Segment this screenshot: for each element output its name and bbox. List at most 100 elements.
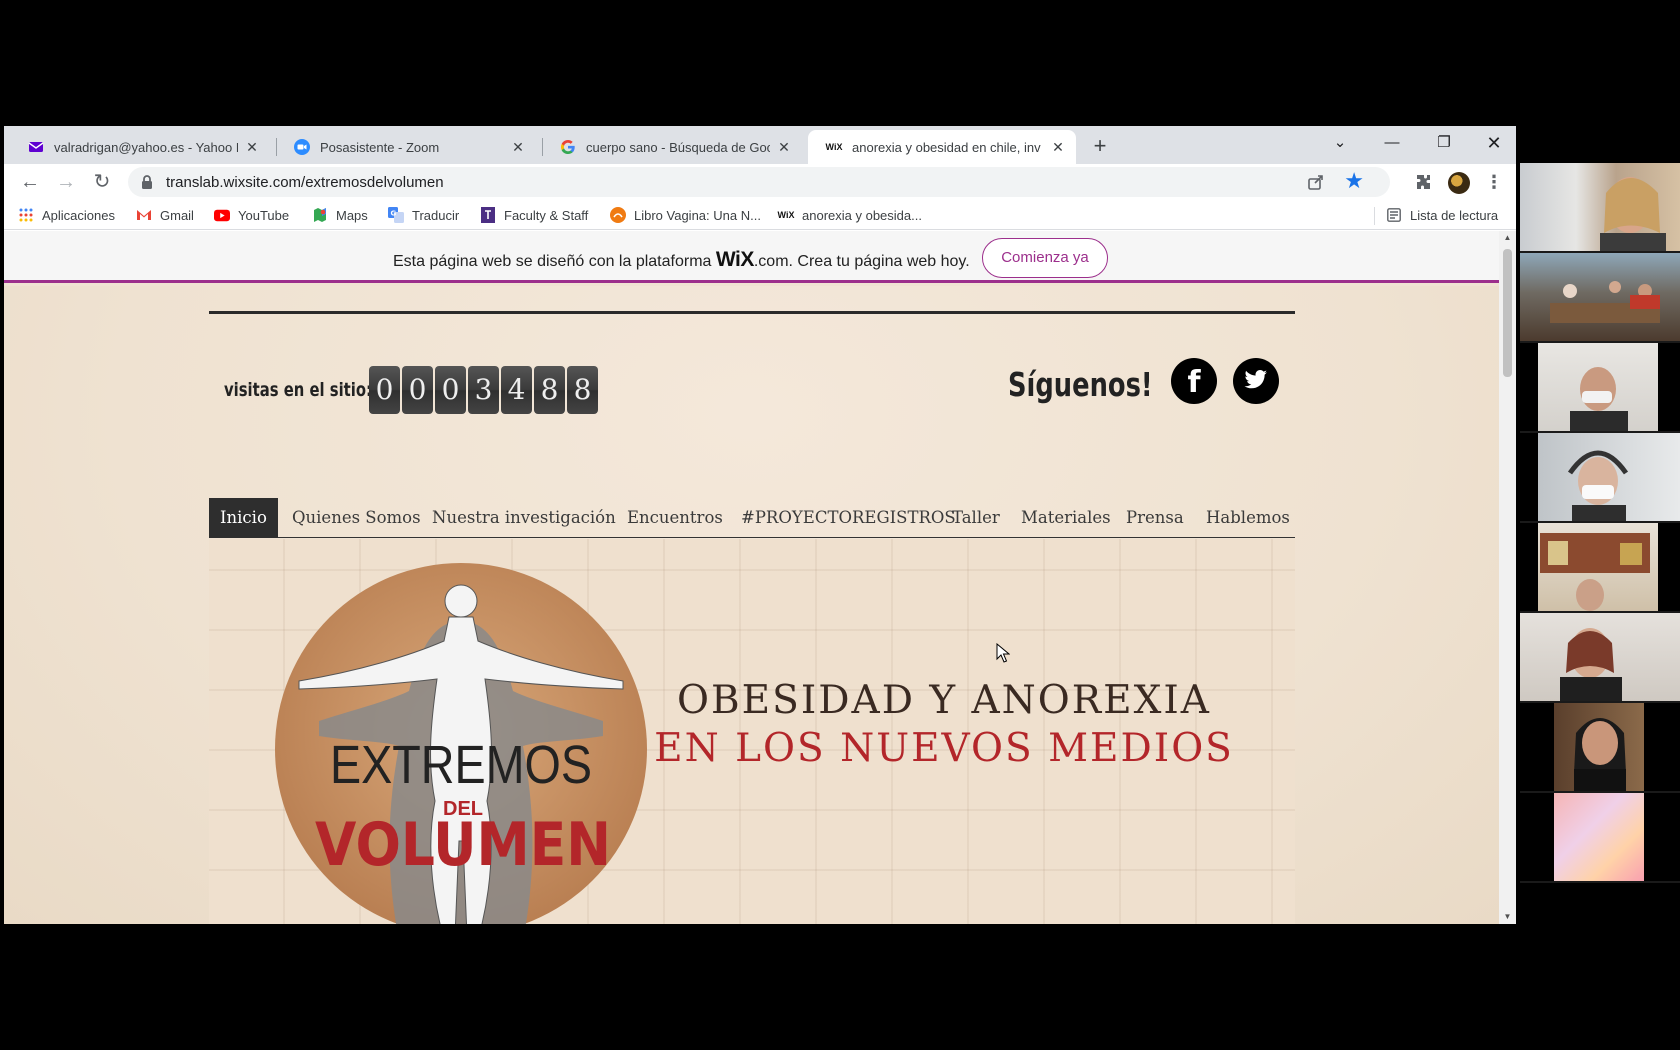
facebook-icon[interactable]: f [1171, 358, 1217, 404]
participant-video[interactable] [1520, 253, 1680, 341]
bookmark-faculty-staff[interactable]: Faculty & Staff [480, 206, 588, 224]
zoom-video-strip [1520, 163, 1680, 883]
bookmark-gmail[interactable]: Gmail [136, 206, 194, 224]
scroll-down-arrow-icon[interactable]: ▼ [1499, 910, 1516, 924]
nav-item-proyectoregistros[interactable]: #PROYECTOREGISTROS [730, 498, 967, 538]
bookmark-label: YouTube [238, 207, 290, 223]
site-navigation: Inicio Quienes Somos Nuestra investigaci… [209, 498, 1295, 538]
visit-counter: 0 0 0 3 4 8 8 [369, 366, 598, 414]
participant-video[interactable] [1520, 163, 1680, 251]
bookmark-anorexia[interactable]: WiX anorexia y obesida... [778, 206, 922, 224]
tab-yahoo-mail[interactable]: valradrigan@yahoo.es - Yahoo M ✕ [10, 130, 270, 164]
book-icon [610, 207, 626, 223]
participant-video[interactable] [1520, 703, 1680, 791]
scroll-up-arrow-icon[interactable]: ▲ [1499, 231, 1516, 245]
bookmark-label: Maps [336, 207, 368, 223]
bookmark-traducir[interactable]: G Traducir [388, 206, 459, 224]
nav-item-encuentros[interactable]: Encuentros [616, 498, 734, 538]
nav-item-taller[interactable]: Taller [941, 498, 1011, 538]
restore-icon[interactable]: ❐ [1420, 126, 1468, 160]
reading-list-label: Lista de lectura [1410, 207, 1499, 223]
close-tab-icon[interactable]: ✕ [776, 139, 792, 156]
participant-video[interactable] [1520, 343, 1680, 431]
svg-text:G: G [391, 210, 397, 218]
scrollbar-thumb[interactable] [1503, 249, 1512, 377]
nav-item-quienes-somos[interactable]: Quienes Somos [281, 498, 432, 538]
bookmark-label: Gmail [160, 207, 194, 223]
bookmark-star-icon[interactable]: ★ [1344, 169, 1364, 193]
nav-item-hablemos[interactable]: Hablemos [1195, 498, 1301, 538]
extremos-del-volumen-logo: EXTREMOS DEL VOLUMEN [275, 563, 647, 924]
bookmark-youtube[interactable]: YouTube [214, 206, 289, 224]
counter-digit: 0 [402, 366, 433, 414]
close-tab-icon[interactable]: ✕ [244, 139, 260, 156]
back-arrow-icon[interactable]: ← [16, 168, 44, 196]
forward-arrow-icon[interactable]: → [52, 168, 80, 196]
counter-digit: 3 [468, 366, 499, 414]
counter-digit: 0 [435, 366, 466, 414]
apps-grid-icon [18, 207, 34, 223]
profile-avatar[interactable] [1448, 172, 1470, 194]
nav-item-materiales[interactable]: Materiales [1010, 498, 1122, 538]
extensions-icon[interactable] [1410, 168, 1438, 196]
tab-google-search[interactable]: cuerpo sano - Búsqueda de Goo ✕ [542, 130, 802, 164]
tab-search-icon[interactable]: ⌄ [1316, 126, 1364, 160]
counter-digit: 4 [501, 366, 532, 414]
hero-banner: EXTREMOS DEL VOLUMEN OBESIDAD Y ANOREXIA… [209, 539, 1295, 924]
participant-video[interactable] [1520, 523, 1680, 611]
counter-digit: 0 [369, 366, 400, 414]
page-scrollbar[interactable]: ▲ ▼ [1499, 231, 1516, 924]
share-icon[interactable] [1306, 172, 1326, 192]
participant-video[interactable] [1520, 613, 1680, 701]
maps-icon [312, 207, 328, 223]
close-window-icon[interactable]: ✕ [1470, 126, 1516, 160]
google-icon [560, 139, 576, 155]
mouse-cursor-icon [996, 643, 1010, 663]
nav-item-inicio[interactable]: Inicio [209, 498, 278, 538]
minimize-icon[interactable]: — [1368, 126, 1416, 160]
bookmarks-bar: Aplicaciones Gmail YouTube Maps G Traduc… [4, 200, 1516, 230]
bookmark-libro-vagina[interactable]: Libro Vagina: Una N... [610, 206, 761, 224]
reading-list-button[interactable]: Lista de lectura [1386, 206, 1498, 224]
bookmark-apps[interactable]: Aplicaciones [18, 206, 115, 224]
site-content: visitas en el sitio: 0 0 0 3 4 8 8 Sígue… [4, 286, 1499, 924]
menu-kebab-icon[interactable]: ⋮ [1480, 168, 1508, 196]
reading-list-icon [1386, 207, 1402, 223]
lock-icon [140, 174, 156, 190]
new-tab-button[interactable]: + [1086, 132, 1114, 160]
logo-line3: VOLUMEN [315, 810, 611, 880]
translate-icon: G [388, 207, 404, 223]
tab-strip: valradrigan@yahoo.es - Yahoo M ✕ Posasis… [4, 126, 1516, 164]
wix-icon: WiX [825, 142, 843, 152]
wix-logo: WiX [715, 248, 754, 271]
bookmark-label: Aplicaciones [42, 207, 115, 223]
close-tab-icon[interactable]: ✕ [1050, 139, 1066, 156]
wix-promo-text: Esta página web se diseñó con la platafo… [393, 248, 970, 271]
counter-digit: 8 [567, 366, 598, 414]
youtube-icon [214, 207, 230, 223]
hero-headline: OBESIDAD Y ANOREXIA EN LOS NUEVOS MEDIOS [644, 677, 1244, 773]
participant-video[interactable] [1520, 433, 1680, 521]
follow-us-label: Síguenos! [1008, 365, 1153, 404]
address-bar[interactable]: translab.wixsite.com/extremosdelvolumen … [128, 167, 1390, 197]
bookmark-label: Traducir [412, 207, 460, 223]
nav-item-nuestra-investigacion[interactable]: Nuestra investigación [421, 498, 627, 538]
bookmarks-divider [1374, 207, 1375, 225]
bookmark-label: Faculty & Staff [504, 207, 589, 223]
close-tab-icon[interactable]: ✕ [510, 139, 526, 156]
tab-title: Posasistente - Zoom [320, 139, 440, 155]
tab-zoom[interactable]: Posasistente - Zoom ✕ [276, 130, 536, 164]
visits-label: visitas en el sitio: [224, 379, 372, 401]
gmail-icon [136, 207, 152, 223]
nav-item-prensa[interactable]: Prensa [1115, 498, 1195, 538]
twitter-icon[interactable] [1233, 358, 1279, 404]
participant-video[interactable] [1520, 793, 1680, 881]
tab-title: cuerpo sano - Búsqueda de Goo [586, 139, 770, 155]
reload-icon[interactable]: ↻ [88, 168, 116, 196]
start-now-button[interactable]: Comienza ya [982, 238, 1108, 278]
tab-wix-active[interactable]: WiX anorexia y obesidad en chile, inv ✕ [808, 130, 1076, 164]
tab-title: valradrigan@yahoo.es - Yahoo M [54, 139, 238, 155]
headline-line1: OBESIDAD Y ANOREXIA [677, 678, 1211, 723]
bookmark-label: Libro Vagina: Una N... [634, 207, 761, 223]
bookmark-maps[interactable]: Maps [312, 206, 368, 224]
